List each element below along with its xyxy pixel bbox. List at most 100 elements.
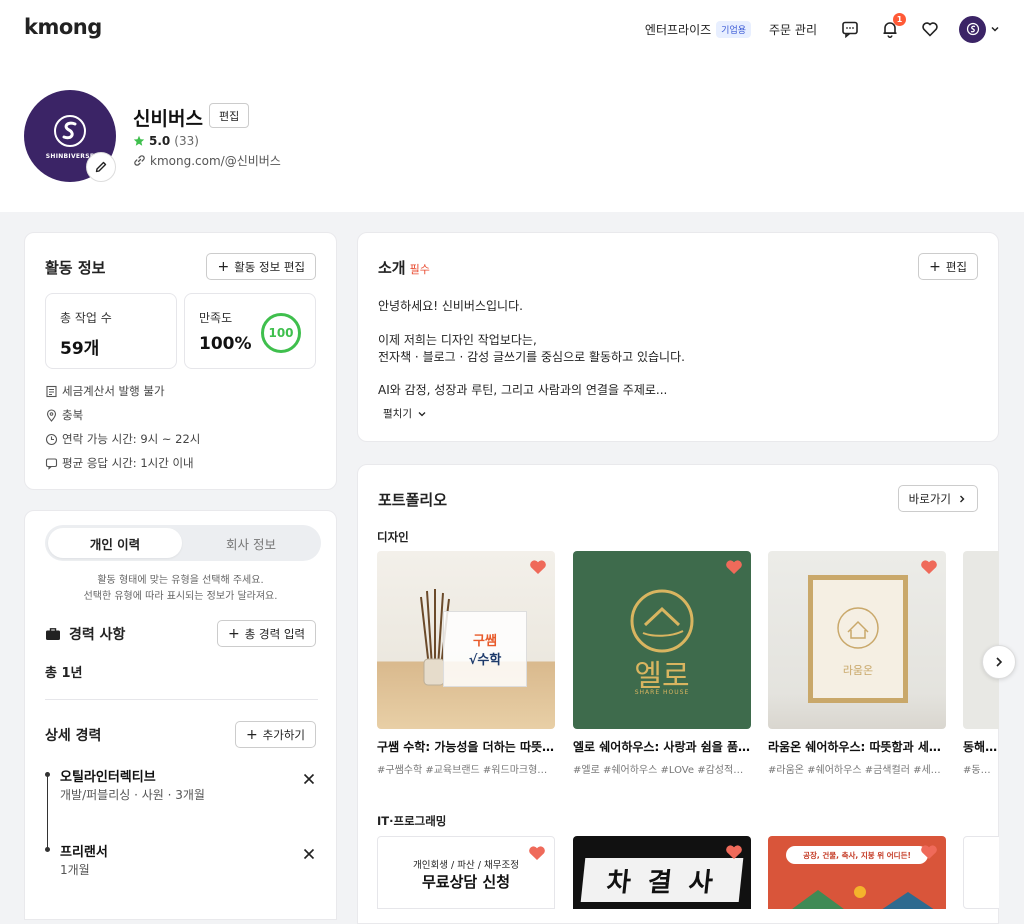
rating-score: 5.0 xyxy=(149,134,171,148)
enterprise-link[interactable]: 엔터프라이즈 기업용 xyxy=(645,20,752,38)
satisfaction-box: 만족도 100% 100 xyxy=(184,293,316,369)
thumb-text-1: 차 결 사 xyxy=(605,867,719,898)
heart-icon[interactable] xyxy=(919,18,941,40)
clock-icon xyxy=(45,433,58,445)
category-design: 디자인 xyxy=(377,530,409,544)
tab-company-info[interactable]: 회사 정보 xyxy=(184,528,318,558)
profile-link-text: kmong.com/@신비버스 xyxy=(150,154,281,168)
portfolio-thumbnail xyxy=(963,551,999,729)
carousel-next-button[interactable] xyxy=(982,645,1016,679)
career-hint-line2: 선택한 유형에 따라 표시되는 정보가 달라져요. xyxy=(83,591,278,602)
portfolio-item[interactable] xyxy=(963,836,999,909)
divider xyxy=(45,699,318,700)
plus-icon: + xyxy=(228,625,240,642)
intro-line: 전자책 · 블로그 · 감성 글쓰기를 중심으로 활동하고 있습니다. xyxy=(378,350,685,364)
plus-icon: + xyxy=(245,726,258,743)
favorite-heart-icon[interactable] xyxy=(528,845,546,865)
portfolio-go-button[interactable]: 바로가기 xyxy=(897,485,978,512)
career-card: 개인 이력 회사 정보 활동 형태에 맞는 유형을 선택해 주세요. 선택한 유… xyxy=(24,510,337,920)
portfolio-title: 라움온 쉐어하우스: 따뜻함과 세련미... xyxy=(768,740,946,754)
experience-title: 경력 사항 xyxy=(69,627,126,643)
sun-icon xyxy=(792,886,934,909)
location-info: 충북 xyxy=(45,407,83,423)
edit-intro-label: 편집 xyxy=(945,259,967,274)
experience-total: 총 1년 xyxy=(45,666,83,681)
location-text: 충북 xyxy=(62,408,84,422)
bell-icon[interactable]: 1 xyxy=(879,13,906,40)
receipt-icon xyxy=(46,385,57,397)
favorite-heart-icon[interactable] xyxy=(920,559,938,579)
portfolio-thumbnail: 구쌤 √수학 xyxy=(377,551,555,729)
contact-hours-text: 연락 가능 시간: 9시 ~ 22시 xyxy=(62,432,201,446)
edit-activity-label: 활동 정보 편집 xyxy=(234,259,305,274)
chevron-down-icon[interactable] xyxy=(990,24,1000,34)
required-label: 필수 xyxy=(409,263,430,276)
portfolio-thumbnail: 개인회생 / 파산 / 채무조정 무료상담 신청 xyxy=(377,836,555,909)
picture-frame: 라움온 xyxy=(808,575,908,703)
intro-line: 안녕하세요! 신비버스입니다. xyxy=(378,299,523,313)
order-management-link[interactable]: 주문 관리 xyxy=(769,21,817,38)
favorite-heart-icon[interactable] xyxy=(725,844,743,864)
chat-icon[interactable] xyxy=(839,18,861,40)
total-jobs-label: 총 작업 수 xyxy=(60,311,112,325)
detail-career-title: 상세 경력 xyxy=(45,728,102,744)
portfolio-title: 구쌤 수학: 가능성을 더하는 따뜻한 수업 xyxy=(377,740,555,754)
portfolio-item[interactable]: 라움온 라움온 쉐어하우스: 따뜻함과 세련미... #라움온 #쉐어하우스 #… xyxy=(768,551,946,776)
portfolio-thumbnail: 차 결 사 xyxy=(573,836,751,909)
portfolio-thumbnail xyxy=(963,836,999,909)
edit-intro-button[interactable]: + 편집 xyxy=(918,253,978,280)
notification-count-badge: 1 xyxy=(893,13,906,26)
plus-icon: + xyxy=(217,258,230,275)
portfolio-title: 엘로 쉐어하우스: 사랑과 쉼을 품은 감... xyxy=(573,740,751,754)
briefcase-icon xyxy=(46,628,60,640)
edit-activity-button[interactable]: + 활동 정보 편집 xyxy=(206,253,316,280)
home-logo-icon xyxy=(837,607,879,649)
portfolio-item[interactable]: 구쌤 √수학 구쌤 수학: 가능성을 더하는 따뜻한 수업 #구쌤수학 #교육브… xyxy=(377,551,555,776)
delete-career-button[interactable] xyxy=(303,772,315,788)
portfolio-item[interactable]: 차 결 사 xyxy=(573,836,751,909)
intro-title-text: 소개 xyxy=(378,259,406,277)
portfolio-tags: #라움온 #쉐어하우스 #금색컬러 #세련된 #... xyxy=(768,765,946,776)
profile-name: 신비버스 xyxy=(133,108,203,130)
portfolio-title: 포트폴리오 xyxy=(378,491,448,509)
thumb-pill: 공장, 건물, 축사, 지붕 위 어디든! xyxy=(786,846,928,864)
profile-header: SHINBIVERSE 신비버스 편집 5.0 (33) kmong.com/@… xyxy=(0,60,1024,212)
portfolio-item[interactable]: 엘로 SHARE HOUSE 엘로 쉐어하우스: 사랑과 쉼을 품은 감... … xyxy=(573,551,751,776)
message-icon xyxy=(45,457,58,470)
tax-invoice-text: 세금계산서 발행 불가 xyxy=(62,384,165,398)
activity-title: 활동 정보 xyxy=(45,259,106,277)
delete-career-button[interactable] xyxy=(303,847,315,863)
tax-invoice-info: 세금계산서 발행 불가 xyxy=(45,383,165,399)
career-hint-line1: 활동 형태에 맞는 유형을 선택해 주세요. xyxy=(97,575,264,586)
favorite-heart-icon[interactable] xyxy=(920,844,938,864)
total-career-input-button[interactable]: + 총 경력 입력 xyxy=(217,620,316,647)
portfolio-item[interactable]: 공장, 건물, 축사, 지붕 위 어디든! xyxy=(768,836,946,909)
user-avatar[interactable] xyxy=(959,15,986,43)
brand-text: 라움온 xyxy=(842,664,874,677)
favorite-heart-icon[interactable] xyxy=(529,559,547,579)
satisfaction-label: 만족도 xyxy=(199,311,233,325)
edit-avatar-button[interactable] xyxy=(86,152,116,182)
thumb-banner: 차 결 사 xyxy=(580,858,744,902)
tab-personal-history[interactable]: 개인 이력 xyxy=(48,528,182,558)
career-type-toggle: 개인 이력 회사 정보 xyxy=(45,525,321,561)
edit-name-button[interactable]: 편집 xyxy=(209,103,250,128)
intro-line: AI와 감정, 성장과 루틴, 그리고 사람과의 연결을 주제로... xyxy=(378,383,668,397)
chevron-down-icon xyxy=(418,411,426,416)
kmong-logo[interactable]: kmong xyxy=(24,15,102,39)
acrylic-sign: 구쌤 √수학 xyxy=(443,611,527,687)
career-detail: 1개월 xyxy=(60,863,90,877)
portfolio-thumbnail: 공장, 건물, 축사, 지붕 위 어디든! xyxy=(768,836,946,909)
portfolio-tags: #구쌤수학 #교육브랜드 #워드마크형로고 #... xyxy=(377,765,555,776)
portfolio-item[interactable]: 개인회생 / 파산 / 채무조정 무료상담 신청 xyxy=(377,836,555,909)
brand-mark-text: SHINBIVERSE xyxy=(45,152,95,160)
intro-title: 소개 필수 xyxy=(378,257,430,278)
profile-link[interactable]: kmong.com/@신비버스 xyxy=(133,152,281,169)
career-item: 프리랜서 1개월 xyxy=(45,841,321,885)
favorite-heart-icon[interactable] xyxy=(725,559,743,579)
location-pin-icon xyxy=(46,408,57,422)
add-career-button[interactable]: + 추가하기 xyxy=(234,721,316,748)
expand-button[interactable]: 펼치기 xyxy=(383,406,427,421)
total-jobs-value: 59개 xyxy=(60,339,100,359)
intro-line: 이제 저희는 디자인 작업보다는, xyxy=(378,333,537,347)
